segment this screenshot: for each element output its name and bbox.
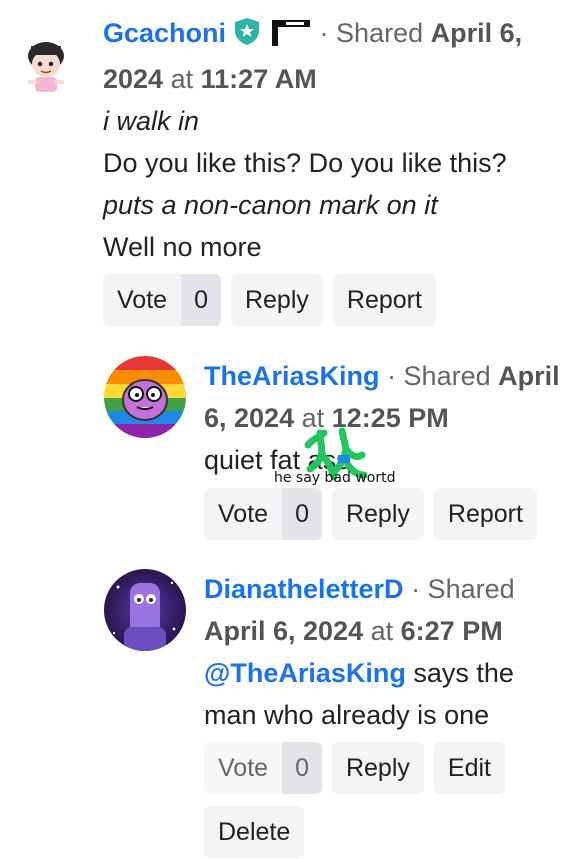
comment-line: man who already is one (204, 700, 490, 730)
vote-button[interactable]: Vote 0 (103, 274, 221, 326)
at-label: at (370, 616, 394, 646)
username-link[interactable]: Gcachoni (103, 18, 226, 48)
shared-year[interactable]: 2024 (103, 64, 163, 94)
reply-button[interactable]: Reply (230, 274, 323, 326)
vote-label: Vote (218, 499, 269, 528)
vote-count: 0 (181, 274, 221, 326)
vote-button[interactable]: Vote 0 (204, 488, 322, 540)
edit-button[interactable]: Edit (433, 742, 505, 794)
comment-actions-row2: Delete (204, 806, 305, 858)
avatar-dianatheletterd[interactable] (104, 569, 186, 651)
comment-body: TheAriasKing · Shared April 6, 2024 at 1… (204, 355, 579, 481)
comment-line: i walk in (103, 106, 200, 136)
shared-label: · Shared (411, 574, 515, 604)
vote-button[interactable]: Vote 0 (204, 742, 322, 794)
vote-label: Vote (117, 285, 168, 314)
username-link[interactable]: DianatheletterD (204, 574, 404, 604)
avatar-gcachoni[interactable] (18, 36, 74, 98)
moderator-shield-icon (232, 16, 262, 58)
vote-label: Vote (218, 753, 269, 782)
comment-actions: Vote 0 Reply Edit (204, 742, 505, 794)
comment-line: Do you like this? Do you like this? (103, 148, 507, 178)
flag-glyph-icon (268, 16, 312, 58)
vote-count: 0 (282, 488, 322, 540)
mention-link[interactable]: @TheAriasKing (204, 658, 406, 688)
comment-actions: Vote 0 Reply Report (103, 274, 436, 326)
shared-time[interactable]: 6:27 PM (401, 616, 503, 646)
comment-text: says the (413, 658, 514, 688)
comment-line: Well no more (103, 232, 262, 262)
report-button[interactable]: Report (332, 274, 436, 326)
shared-label: · Shared (319, 18, 424, 48)
delete-button[interactable]: Delete (204, 806, 305, 858)
scribble-caption: he say bad wortd (274, 470, 396, 486)
vote-count: 0 (282, 742, 322, 794)
comment-body: DianatheletterD · Shared April 6, 2024 a… (204, 568, 579, 736)
comment-body: Gcachoni · Shared April 6, 2024 at 11:27… (103, 12, 573, 268)
shared-time[interactable]: 11:27 AM (201, 64, 317, 94)
avatar-theariasking[interactable] (104, 356, 186, 438)
comment-line: puts a non-canon mark on it (103, 190, 438, 220)
report-button[interactable]: Report (433, 488, 537, 540)
shared-label: · Shared (387, 361, 491, 391)
shared-date[interactable]: April 6, (431, 18, 523, 48)
shared-date[interactable]: April (498, 361, 560, 391)
at-label: at (170, 64, 194, 94)
username-link[interactable]: TheAriasKing (204, 361, 380, 391)
comment-actions: Vote 0 Reply Report (204, 488, 537, 540)
reply-button[interactable]: Reply (331, 488, 424, 540)
shared-date[interactable]: April 6, 2024 (204, 616, 363, 646)
reply-button[interactable]: Reply (331, 742, 424, 794)
shared-year[interactable]: 6, 2024 (204, 403, 294, 433)
